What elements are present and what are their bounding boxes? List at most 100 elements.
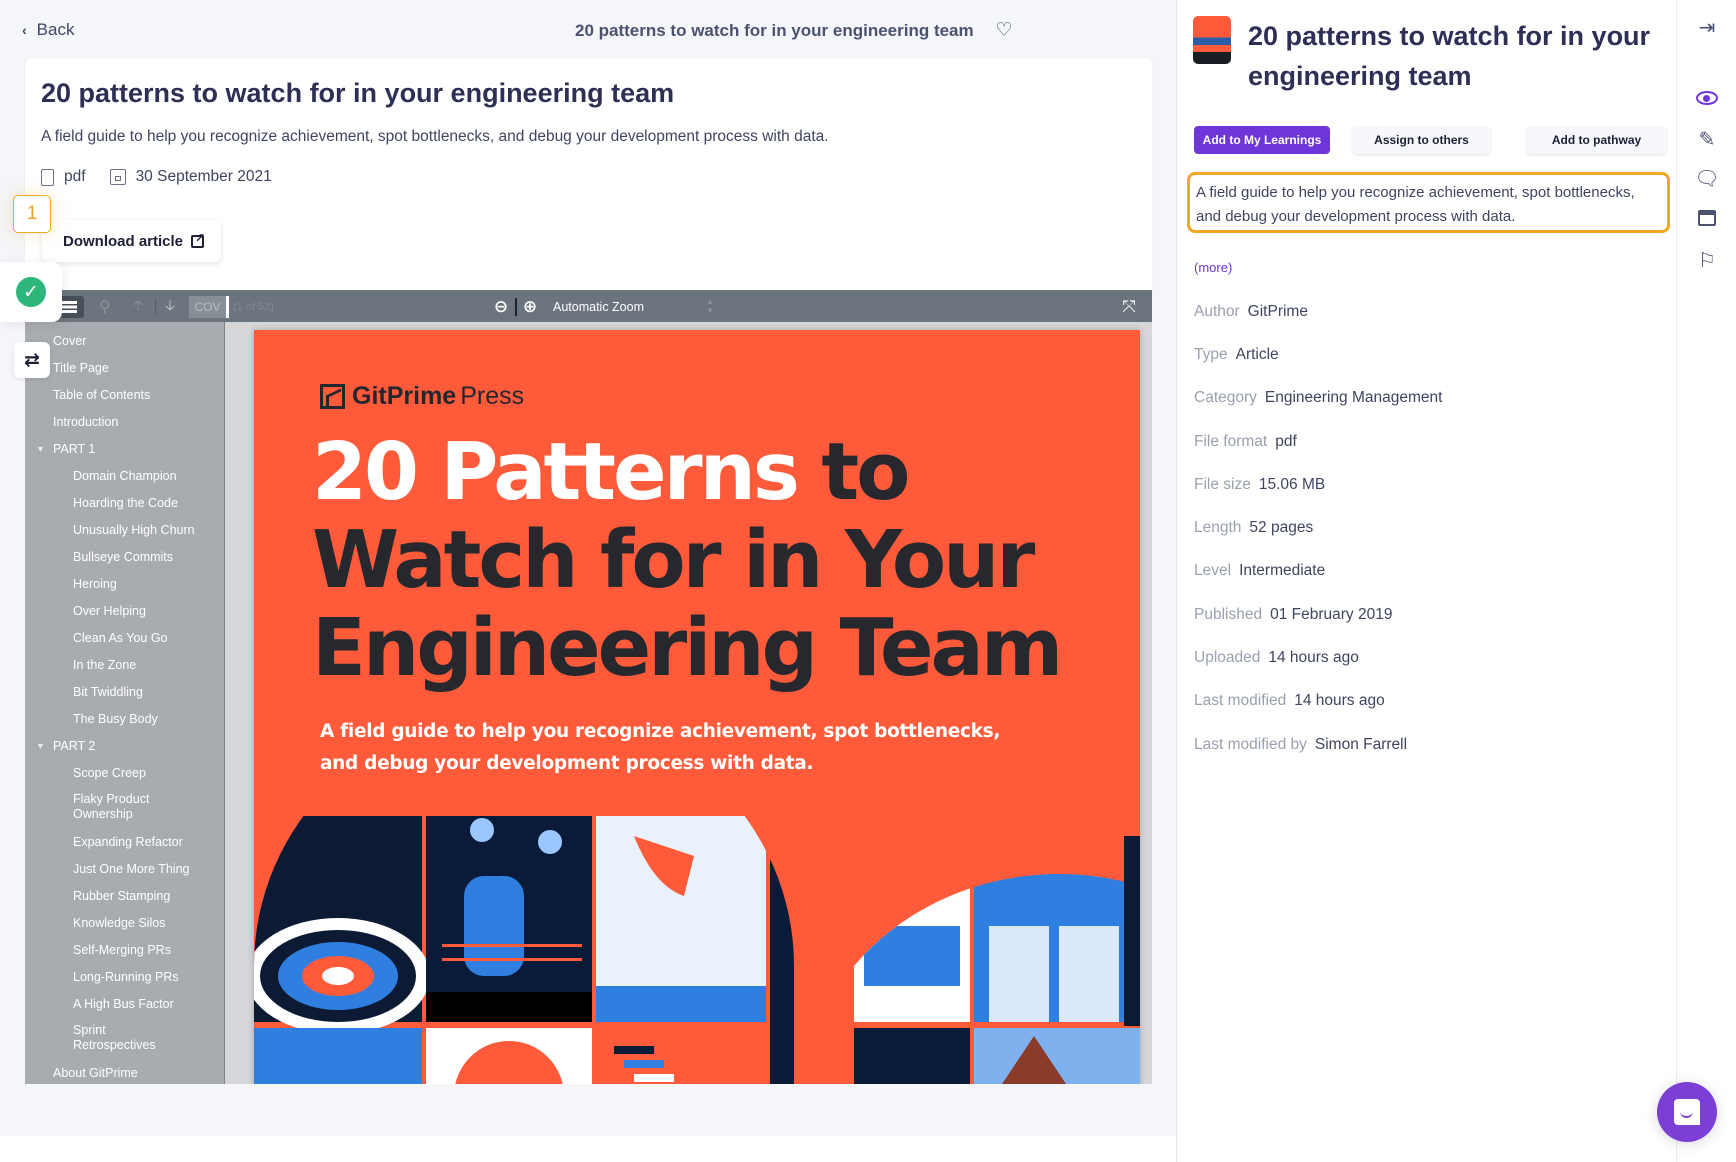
add-to-pathway-button[interactable]: Add to pathway <box>1527 126 1666 154</box>
zoom-in-icon[interactable]: ⊕ <box>519 296 541 318</box>
outline-item[interactable]: Clean As You Go <box>25 625 224 652</box>
next-page-icon[interactable]: 🡣 <box>159 296 181 318</box>
outline-item[interactable]: About GitPrime <box>25 1060 224 1084</box>
expand-toggle-icon[interactable]: ▼ <box>36 733 45 760</box>
archive-icon[interactable] <box>1694 205 1720 231</box>
meta-key: Last modified by <box>1194 735 1307 753</box>
outline-item-label: A High Bus Factor <box>73 997 174 1011</box>
outline-item-label: Domain Champion <box>73 469 177 483</box>
assign-to-others-button[interactable]: Assign to others <box>1353 126 1490 154</box>
toolbar-divider <box>515 298 517 316</box>
zoom-out-icon[interactable]: ⊖ <box>490 296 512 318</box>
external-link-icon <box>191 231 205 248</box>
meta-row: Category Engineering Management <box>1194 377 1442 420</box>
outline-item[interactable]: Knowledge Silos <box>25 910 224 937</box>
outline-item[interactable]: Scope Creep <box>25 760 224 787</box>
zoom-select-value: Automatic Zoom <box>553 300 645 314</box>
outline-item[interactable]: Over Helping <box>25 598 224 625</box>
completion-indicator[interactable]: ✓ <box>0 262 62 322</box>
outline-item-label: Self-Merging PRs <box>73 943 171 957</box>
action-rail: ⇥ ✎ 🗨 ⚐ <box>1676 0 1736 1162</box>
previous-page-icon[interactable]: 🡡 <box>127 296 149 318</box>
outline-item-label: Flaky Product Ownership <box>73 792 150 821</box>
outline-item-label: Hoarding the Code <box>73 496 178 510</box>
more-link[interactable]: (more) <box>1194 260 1232 275</box>
cover-subtitle-line2: and debug your development process with … <box>320 753 814 774</box>
outline-item[interactable]: Bit Twiddling <box>25 679 224 706</box>
outline-item-label: Long-Running PRs <box>73 970 179 984</box>
meta-row: Type Article <box>1194 333 1442 376</box>
outline-item[interactable]: ▼ PART 2 <box>25 733 224 760</box>
outline-item[interactable]: Heroing <box>25 571 224 598</box>
pdf-viewer: ⚲ 🡡 🡣 COV (1 of 52) ⊖ ⊕ Automatic Zoom ▲… <box>25 290 1152 1084</box>
download-article-button[interactable]: Download article <box>42 220 221 262</box>
details-metadata: Author GitPrime Type Article Category Enginee… <box>1194 290 1442 766</box>
article-title: 20 patterns to watch for in your enginee… <box>41 78 675 108</box>
meta-key: File size <box>1194 475 1251 493</box>
outline-item[interactable]: Cover <box>25 328 224 355</box>
article-date: 30 September 2021 <box>135 168 272 185</box>
select-arrows-icon: ▲ ▼ <box>706 297 714 315</box>
outline-item[interactable]: Just One More Thing <box>25 856 224 883</box>
outline-item[interactable]: ▼ PART 1 <box>25 436 224 463</box>
zoom-select[interactable]: Automatic Zoom ▲ ▼ <box>553 296 718 318</box>
search-icon[interactable]: ⚲ <box>93 296 117 318</box>
outline-item[interactable]: Flaky Product Ownership <box>25 787 205 829</box>
outline-item[interactable]: The Busy Body <box>25 706 224 733</box>
outline-item[interactable]: Introduction <box>25 409 224 436</box>
outline-item[interactable]: Unusually High Churn <box>25 517 224 544</box>
outline-item-label: Over Helping <box>73 604 146 618</box>
outline-item[interactable]: Title Page <box>25 355 224 382</box>
edit-icon[interactable]: ✎ <box>1694 126 1720 152</box>
cover-title-highlight: 20 Patterns <box>312 426 800 518</box>
outline-item-label: Expanding Refactor <box>73 835 183 849</box>
swap-button[interactable]: ⇄ <box>14 342 50 378</box>
outline-item-label: Cover <box>53 334 87 348</box>
outline-item[interactable]: Table of Contents <box>25 382 224 409</box>
calendar-icon <box>109 169 126 185</box>
main-content: ‹ Back 20 patterns to watch for in your … <box>0 0 1176 1136</box>
outline-item[interactable]: Bullseye Commits <box>25 544 224 571</box>
outline-item-label: Clean As You Go <box>73 631 168 645</box>
add-to-my-learnings-button[interactable]: Add to My Learnings <box>1194 126 1330 154</box>
outline-item[interactable]: Domain Champion <box>25 463 224 490</box>
outline-item[interactable]: In the Zone <box>25 652 224 679</box>
outline-item-label: In the Zone <box>73 658 137 672</box>
meta-value: Intermediate <box>1239 562 1326 580</box>
meta-value: pdf <box>1275 432 1297 450</box>
outline-item-label: Heroing <box>73 577 117 591</box>
collapse-panel-icon[interactable]: ⇥ <box>1694 14 1720 40</box>
outline-item-label: Title Page <box>53 361 109 375</box>
meta-key: Last modified <box>1194 692 1287 710</box>
cover-title-line2: Watch for in Your <box>312 514 1035 606</box>
outline-item[interactable]: Sprint Retrospectives <box>25 1018 205 1060</box>
expand-toggle-icon[interactable]: ▼ <box>36 436 45 463</box>
outline-item[interactable]: Rubber Stamping <box>25 883 224 910</box>
pdf-page-area[interactable]: GitPrime Press 20 Patterns to Watch for … <box>225 322 1152 1084</box>
meta-value: 52 pages <box>1249 519 1314 537</box>
fullscreen-icon[interactable]: ⤧ <box>1118 296 1140 318</box>
outline-item[interactable]: Hoarding the Code <box>25 490 224 517</box>
outline-item[interactable]: Expanding Refactor <box>25 829 224 856</box>
page-number-input[interactable]: COV <box>189 296 229 318</box>
article-thumbnail <box>1193 16 1231 64</box>
back-button[interactable]: ‹ Back <box>22 20 74 40</box>
list-icon <box>61 301 77 313</box>
outline-item[interactable]: Long-Running PRs <box>25 964 224 991</box>
check-circle-icon: ✓ <box>16 277 46 307</box>
flag-icon[interactable]: ⚐ <box>1694 247 1720 273</box>
meta-row: Last modified by Simon Farrell <box>1194 723 1442 766</box>
outline-item-label: PART 1 <box>53 442 96 456</box>
comment-icon[interactable]: 🗨 <box>1694 165 1720 191</box>
meta-value: 15.06 MB <box>1258 475 1326 493</box>
meta-row: Length 52 pages <box>1194 506 1442 549</box>
article-card: 20 patterns to watch for in your enginee… <box>25 58 1152 290</box>
eye-icon[interactable] <box>1694 85 1720 111</box>
outline-item[interactable]: Self-Merging PRs <box>25 937 224 964</box>
publisher-logo: GitPrime Press <box>320 382 524 411</box>
outline-item[interactable]: A High Bus Factor <box>25 991 224 1018</box>
article-format: pdf <box>64 168 86 185</box>
heart-icon[interactable]: ♡ <box>996 19 1013 42</box>
chat-launcher-button[interactable] <box>1657 1082 1717 1142</box>
meta-key: Type <box>1194 345 1228 363</box>
